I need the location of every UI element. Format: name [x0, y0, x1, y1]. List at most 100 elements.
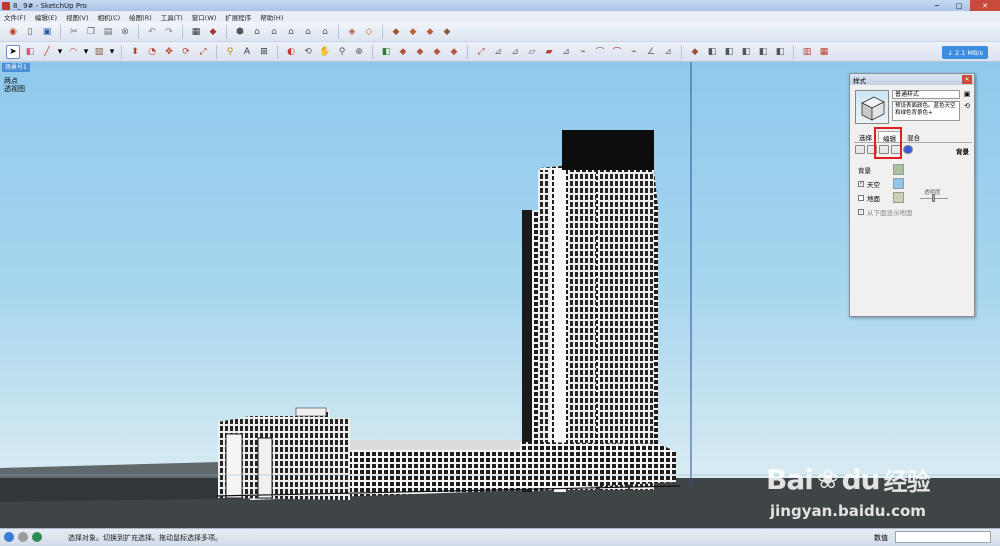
undo-icon[interactable]: ↶	[145, 25, 159, 39]
shaded-textures-icon[interactable]: ◆	[423, 25, 437, 39]
push-pull-icon[interactable]: ⬍	[128, 45, 142, 59]
orbit-tool-icon[interactable]: ⟲	[301, 45, 315, 59]
print-icon[interactable]: ▦	[189, 25, 203, 39]
style-name-field[interactable]: 普通样式	[892, 90, 960, 99]
outer-shell-icon[interactable]: ◧	[756, 45, 770, 59]
tab-mix[interactable]: 混合	[903, 131, 924, 142]
geo-location-icon[interactable]	[4, 532, 14, 542]
iso-view-icon[interactable]: ⬢	[233, 25, 247, 39]
show-ground-below-checkbox[interactable]: ✓	[858, 209, 864, 215]
solid-union-icon[interactable]: ◆	[688, 45, 702, 59]
pan-tool-icon[interactable]: ✋	[318, 45, 332, 59]
menu-help[interactable]: 帮助(H)	[260, 12, 283, 22]
sky-color-swatch[interactable]	[893, 178, 904, 189]
cut-icon[interactable]: ✂	[67, 25, 81, 39]
close-button[interactable]: ✕	[970, 0, 1000, 11]
front-view-icon[interactable]: ⌂	[267, 25, 281, 39]
move-tool-icon[interactable]: ✥	[162, 45, 176, 59]
menu-draw[interactable]: 绘图(R)	[129, 12, 152, 22]
scenes-icon[interactable]: ◆	[447, 45, 461, 59]
materials-icon[interactable]: ◆	[396, 45, 410, 59]
redo-icon[interactable]: ↷	[162, 25, 176, 39]
text-tool-icon[interactable]: A	[240, 45, 254, 59]
instructor-icon[interactable]	[32, 532, 42, 542]
tool-arc-icon[interactable]: ⌒	[610, 45, 624, 59]
menu-extensions[interactable]: 扩展程序	[225, 12, 251, 22]
new-file-icon[interactable]: ▯	[23, 25, 37, 39]
paint-bucket-icon[interactable]: ◐	[284, 45, 298, 59]
menu-file[interactable]: 文件(F)	[4, 12, 26, 22]
follow-me-icon[interactable]: ◔	[145, 45, 159, 59]
tool-slope-icon[interactable]: ⌁	[627, 45, 641, 59]
solid-trim-icon[interactable]: ◧	[722, 45, 736, 59]
menu-tools[interactable]: 工具(T)	[161, 12, 183, 22]
tab-select[interactable]: 选择	[855, 131, 876, 142]
copy-icon[interactable]: ❐	[84, 25, 98, 39]
styles-icon[interactable]: ◆	[413, 45, 427, 59]
tool-extrude-icon[interactable]: ⊿	[661, 45, 675, 59]
layers-icon[interactable]: ◆	[430, 45, 444, 59]
plugin2-icon[interactable]: ▦	[817, 45, 831, 59]
add-detail-icon[interactable]: ⊿	[559, 45, 573, 59]
zoom-tool-icon[interactable]: ⚲	[335, 45, 349, 59]
credits-icon[interactable]	[18, 532, 28, 542]
opacity-slider-thumb[interactable]	[932, 194, 935, 202]
maximize-button[interactable]: □	[948, 0, 970, 11]
top-view-icon[interactable]: ⌂	[250, 25, 264, 39]
menu-window[interactable]: 窗口(W)	[192, 12, 217, 22]
close-icon[interactable]: ✕	[962, 75, 972, 84]
edge-settings-icon[interactable]	[855, 145, 865, 154]
hidden-line-icon[interactable]: ◆	[389, 25, 403, 39]
minimize-button[interactable]: ─	[926, 0, 948, 11]
style-description-field[interactable]: 预设表面颜色。蓝色天空和绿色背景色+	[892, 101, 960, 121]
modeling-settings-icon[interactable]	[903, 145, 913, 154]
dimension-tool-icon[interactable]: ⊞	[257, 45, 271, 59]
model-info-icon[interactable]: ◆	[206, 25, 220, 39]
components-icon[interactable]: ◧	[379, 45, 393, 59]
sky-checkbox[interactable]: ✓	[858, 181, 864, 187]
plugin-icon[interactable]: ▥	[800, 45, 814, 59]
tape-measure-icon[interactable]: ⚲	[223, 45, 237, 59]
menu-camera[interactable]: 相机(C)	[98, 12, 121, 22]
arc-tool-icon[interactable]: ◠	[66, 45, 80, 59]
update-style-icon[interactable]: ⟲	[962, 102, 972, 111]
left-view-icon[interactable]: ⌂	[318, 25, 332, 39]
stamp-icon[interactable]: ▱	[525, 45, 539, 59]
chevron-down-icon[interactable]: ▾	[109, 45, 115, 59]
solid-subtract-icon[interactable]: ◧	[705, 45, 719, 59]
menu-view[interactable]: 视图(V)	[66, 12, 89, 22]
menu-edit[interactable]: 编辑(E)	[35, 12, 57, 22]
back-view-icon[interactable]: ⌂	[301, 25, 315, 39]
drape-icon[interactable]: ▰	[542, 45, 556, 59]
monochrome-icon[interactable]: ◆	[440, 25, 454, 39]
chevron-down-icon[interactable]: ▾	[83, 45, 89, 59]
eraser-tool-icon[interactable]: ◧	[23, 45, 37, 59]
sandbox-icon[interactable]: ⤢	[474, 45, 488, 59]
right-view-icon[interactable]: ⌂	[284, 25, 298, 39]
ground-checkbox[interactable]	[858, 195, 864, 201]
save-icon[interactable]: ▣	[40, 25, 54, 39]
rectangle-tool-icon[interactable]: ▧	[92, 45, 106, 59]
line-tool-icon[interactable]: ╱	[40, 45, 54, 59]
scale-tool-icon[interactable]: ⤢	[196, 45, 210, 59]
scene-tab[interactable]: 场景号1	[2, 63, 30, 72]
select-tool-icon[interactable]: ➤	[6, 44, 20, 59]
ground-color-swatch[interactable]	[893, 192, 904, 203]
measurements-input[interactable]	[895, 531, 991, 543]
tool-angle-icon[interactable]: ∠	[644, 45, 658, 59]
rotate-tool-icon[interactable]: ⟳	[179, 45, 193, 59]
smoove-icon[interactable]: ⊿	[508, 45, 522, 59]
shaded-icon[interactable]: ◆	[406, 25, 420, 39]
zoom-extents-icon[interactable]: ⊕	[352, 45, 366, 59]
paste-icon[interactable]: ▤	[101, 25, 115, 39]
erase-selection-icon[interactable]: ⊗	[118, 25, 132, 39]
flip-edge-icon[interactable]: ⌁	[576, 45, 590, 59]
background-color-swatch[interactable]	[893, 164, 904, 175]
save-style-icon[interactable]: ▣	[962, 90, 972, 99]
section-plane-icon[interactable]: ⊿	[491, 45, 505, 59]
solid-intersect-icon[interactable]: ◧	[773, 45, 787, 59]
xray-icon[interactable]: ◈	[345, 25, 359, 39]
tool-curve-icon[interactable]: ⌒	[593, 45, 607, 59]
solid-split-icon[interactable]: ◧	[739, 45, 753, 59]
getting-started-icon[interactable]: ◉	[6, 25, 20, 39]
